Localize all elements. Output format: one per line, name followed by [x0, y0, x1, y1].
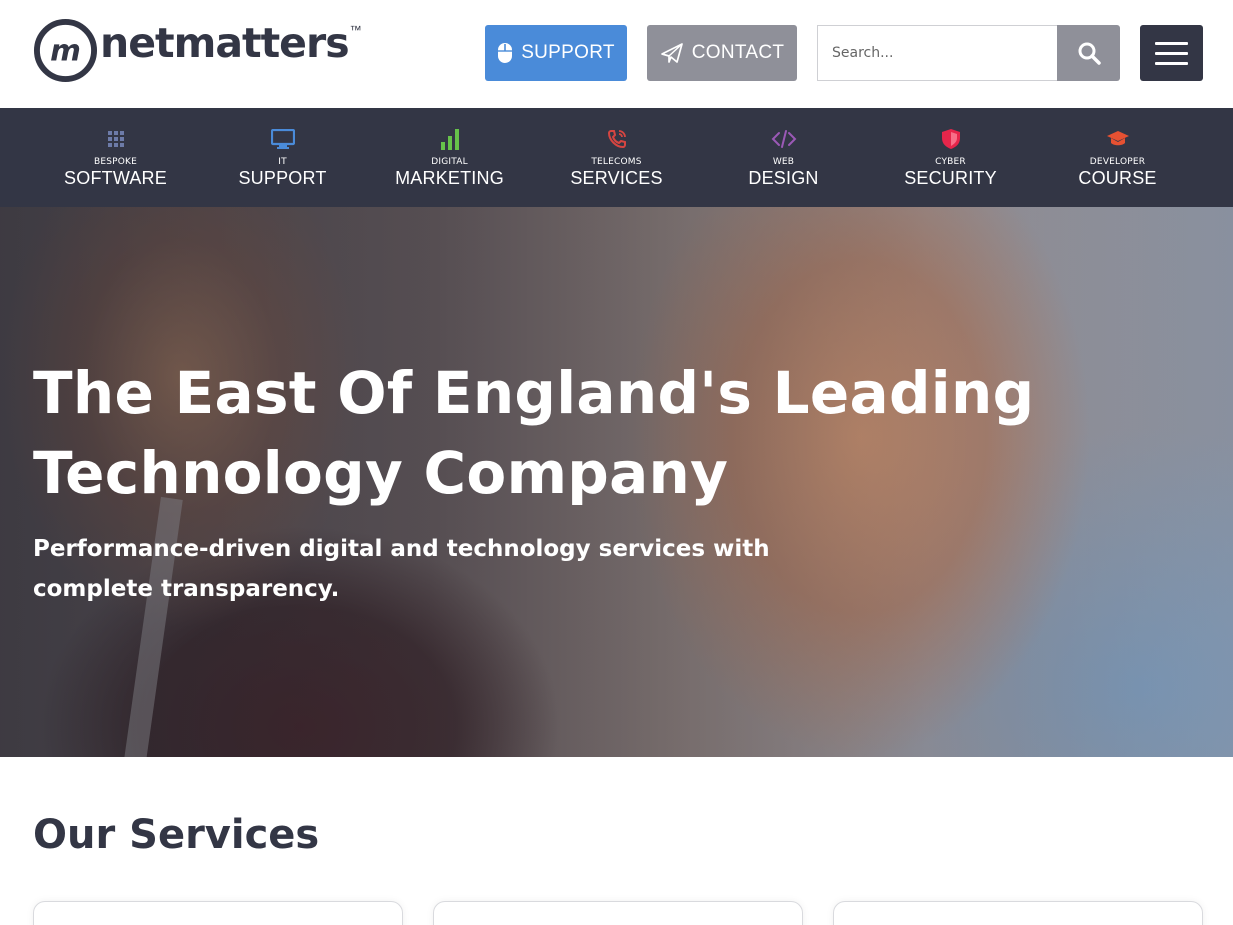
search-icon — [1078, 42, 1101, 65]
nav-item-label: SOFTWARE — [64, 168, 167, 188]
support-button[interactable]: SUPPORT — [485, 25, 627, 81]
phone-icon — [607, 128, 627, 150]
nav-item-small-label: DEVELOPER — [1089, 157, 1146, 167]
monitor-icon — [270, 128, 295, 150]
menu-button[interactable] — [1140, 25, 1203, 81]
nav-item-cyber-security[interactable]: CYBER SECURITY — [867, 108, 1034, 207]
service-card[interactable] — [33, 901, 403, 925]
shield-icon — [941, 128, 961, 150]
svg-text:m: m — [50, 33, 81, 67]
nav-item-it-support[interactable]: IT SUPPORT — [199, 108, 366, 207]
nav-item-small-label: BESPOKE — [93, 157, 138, 167]
hamburger-icon-bar — [1155, 41, 1188, 45]
services-title: Our Services — [33, 812, 320, 858]
nav-item-label: SUPPORT — [238, 168, 327, 188]
hero-banner: The East Of England's Leading Technology… — [0, 207, 1233, 757]
contact-button[interactable]: CONTACT — [647, 25, 797, 81]
hero-title: The East Of England's Leading Technology… — [33, 359, 1035, 507]
nav-item-small-label: DIGITAL — [431, 157, 468, 167]
nav-item-small-label: IT — [278, 157, 287, 167]
nav-item-small-label: WEB — [772, 157, 795, 167]
nav-item-telecoms-services[interactable]: TELECOMS SERVICES — [533, 108, 700, 207]
netmatters-logo[interactable]: m netmatters ™ — [33, 17, 362, 83]
nav-item-label: DESIGN — [748, 168, 819, 188]
graduation-cap-icon — [1106, 128, 1130, 150]
nav-item-digital-marketing[interactable]: DIGITAL MARKETING — [366, 108, 533, 207]
nav-item-label: SECURITY — [904, 168, 997, 188]
logo-mark-icon: m — [33, 18, 98, 82]
code-icon — [771, 128, 797, 150]
nav-item-label: MARKETING — [395, 168, 504, 188]
nav-item-small-label: TELECOMS — [591, 157, 642, 167]
nav-item-web-design[interactable]: WEB DESIGN — [700, 108, 867, 207]
search-input[interactable] — [817, 25, 1057, 81]
hamburger-icon-bar — [1155, 51, 1188, 55]
support-label: SUPPORT — [521, 42, 615, 63]
logo-trademark: ™ — [349, 23, 362, 37]
grid-icon — [107, 128, 125, 150]
search-button[interactable] — [1057, 25, 1120, 81]
contact-label: CONTACT — [691, 42, 785, 63]
hamburger-icon-bar — [1155, 61, 1188, 65]
search-bar — [817, 25, 1120, 81]
site-header: m netmatters ™ SUPPORT CONTACT — [0, 0, 1233, 108]
bar-chart-icon — [440, 128, 460, 150]
service-card[interactable] — [833, 901, 1203, 925]
nav-item-label: SERVICES — [570, 168, 663, 188]
mouse-icon — [497, 42, 513, 64]
services-nav: BESPOKE SOFTWARE IT SUPPORT DIGITAL MARK… — [0, 108, 1233, 207]
nav-item-small-label: CYBER — [935, 157, 966, 167]
nav-item-label: COURSE — [1078, 168, 1157, 188]
logo-text: netmatters — [100, 19, 350, 67]
service-card[interactable] — [433, 901, 803, 925]
hero-subtitle: Performance-driven digital and technolog… — [33, 536, 770, 602]
nav-item-bespoke-software[interactable]: BESPOKE SOFTWARE — [32, 108, 199, 207]
nav-item-developer-course[interactable]: DEVELOPER COURSE — [1034, 108, 1201, 207]
paper-plane-icon — [660, 42, 684, 64]
